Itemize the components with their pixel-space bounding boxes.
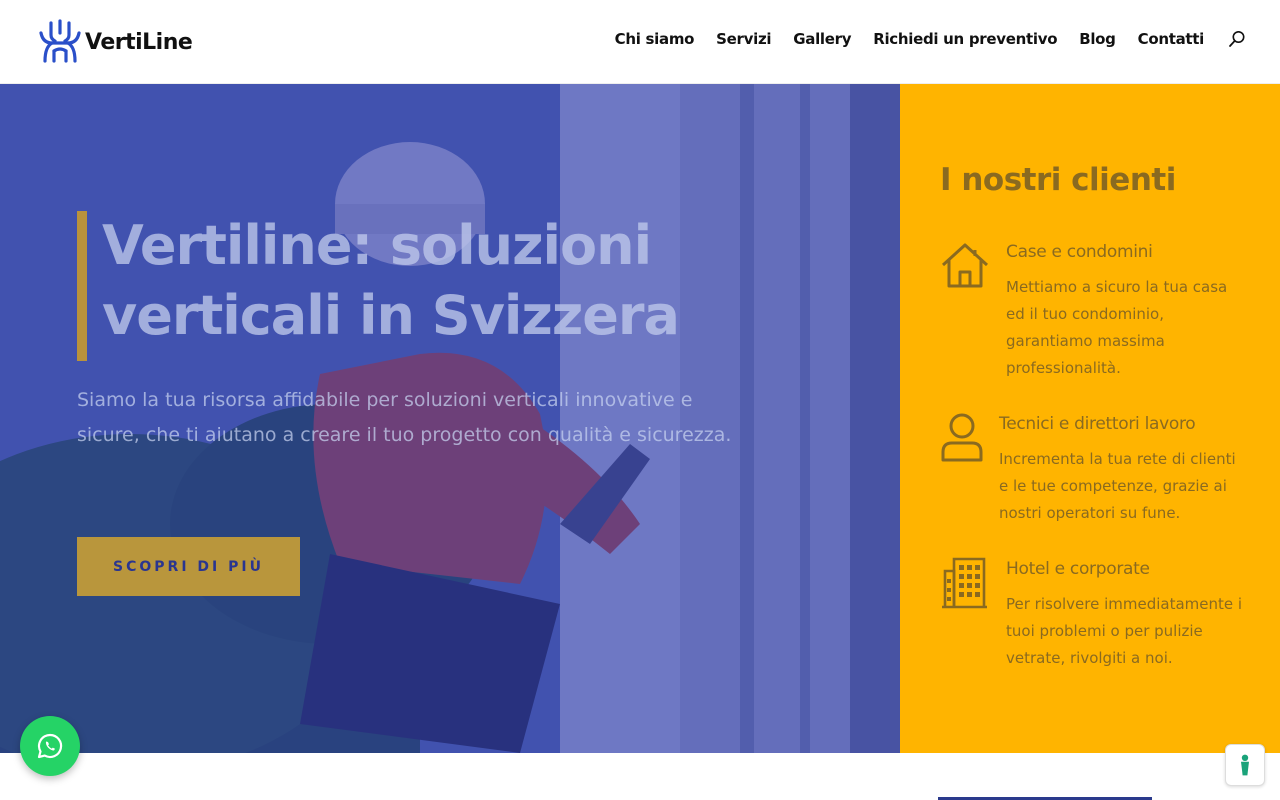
user-icon <box>941 413 983 462</box>
client-description: Per risolvere immediatamente i tuoi prob… <box>1006 595 1243 667</box>
nav-item-contatti[interactable]: Contatti <box>1138 30 1205 48</box>
nav-item-preventivo[interactable]: Richiedi un preventivo <box>873 30 1057 48</box>
clients-title: I nostri clienti <box>940 162 1176 198</box>
vertiline-logo-icon <box>39 19 81 63</box>
whatsapp-button[interactable] <box>20 716 80 776</box>
accessibility-button[interactable] <box>1225 744 1265 786</box>
site-header: VertiLine Chi siamo Servizi Gallery Rich… <box>0 0 1280 84</box>
nav-item-gallery[interactable]: Gallery <box>793 30 851 48</box>
site-logo[interactable]: VertiLine <box>37 18 193 66</box>
logo-text: VertiLine <box>85 29 193 55</box>
next-section <box>0 753 1280 800</box>
hero-title-line2: verticali in Svizzera <box>102 284 680 347</box>
nav-item-chi-siamo[interactable]: Chi siamo <box>615 30 695 48</box>
client-title: Tecnici e direttori lavoro <box>999 414 1196 434</box>
nav-item-blog[interactable]: Blog <box>1079 30 1116 48</box>
clients-panel: I nostri clienti Case e condomini Mettia… <box>900 84 1280 753</box>
whatsapp-icon <box>37 733 63 759</box>
main-nav: Chi siamo Servizi Gallery Richiedi un pr… <box>593 30 1246 48</box>
discover-more-button[interactable]: SCOPRI DI PIÙ <box>77 537 300 596</box>
hero-content: Vertiline: soluzioni verticali in Svizze… <box>77 211 757 596</box>
hero-title-line1: Vertiline: soluzioni <box>102 214 652 277</box>
title-accent-bar <box>77 211 87 361</box>
accessibility-icon <box>1241 754 1249 776</box>
house-icon <box>941 243 989 288</box>
client-title: Case e condomini <box>1006 242 1153 262</box>
client-description: Mettiamo a sicuro la tua casa ed il tuo … <box>1006 278 1228 377</box>
hero-description: Siamo la tua risorsa affidabile per solu… <box>77 389 732 446</box>
building-icon <box>942 557 987 609</box>
hero-section: Vertiline: soluzioni verticali in Svizze… <box>0 84 900 753</box>
nav-item-servizi[interactable]: Servizi <box>716 30 771 48</box>
client-description: Incrementa la tua rete di clienti e le t… <box>999 450 1236 522</box>
search-icon[interactable] <box>1228 30 1246 48</box>
client-title: Hotel e corporate <box>1006 559 1150 579</box>
hero-title: Vertiline: soluzioni verticali in Svizze… <box>102 211 757 351</box>
